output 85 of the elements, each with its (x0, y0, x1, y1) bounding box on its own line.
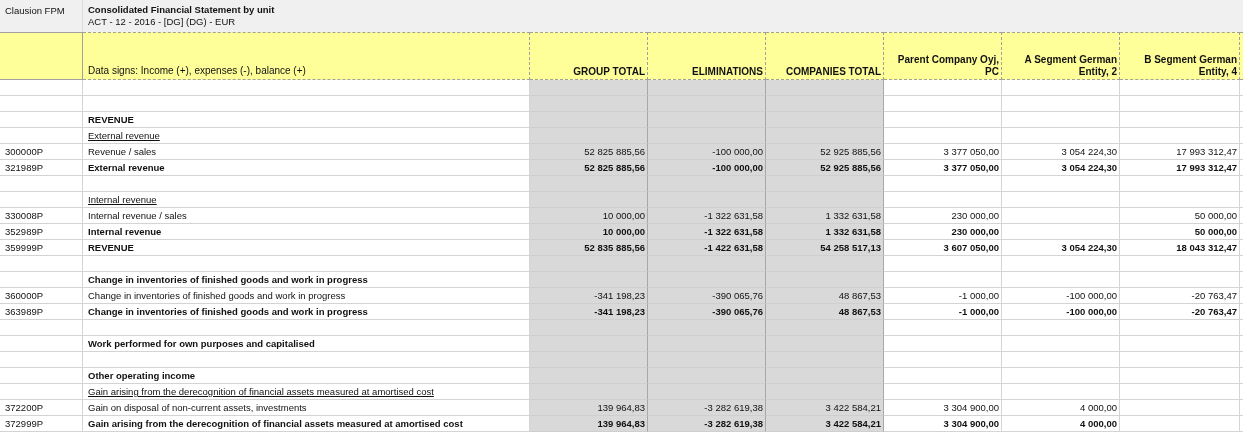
app-name: Clausion FPM (5, 5, 65, 16)
table-cell: -1 422 631,58 (648, 240, 766, 256)
table-cell: Other operating income (83, 368, 530, 384)
table-cell: -1 322 631,58 (648, 208, 766, 224)
column-header: Parent Company Oyj, PC (896, 54, 999, 78)
table-cell: -100 000,00 (648, 160, 766, 176)
table-cell: -100 000,00 (1002, 304, 1120, 320)
column-header: B Segment German Entity, 4 (1143, 54, 1237, 78)
table-cell: Gain arising from the derecognition of financial assets measured at amortised cost (83, 384, 530, 400)
table-cell: 230 000,00 (884, 224, 1002, 240)
table-cell: 359999P (0, 240, 83, 256)
table-cell: -100 000,00 (648, 144, 766, 160)
table-cell: 17 993 312,47 (1120, 160, 1240, 176)
column-header: COMPANIES TOTAL (786, 66, 881, 78)
table-cell: -341 198,23 (530, 288, 648, 304)
table-cell: 230 000,00 (884, 208, 1002, 224)
table-cell: 52 835 885,56 (530, 240, 648, 256)
table-cell: 4 000,00 (1002, 416, 1120, 432)
table-cell: Internal revenue (83, 192, 530, 208)
table-cell: 17 993 312,47 (1120, 144, 1240, 160)
table-cell: 372200P (0, 400, 83, 416)
report-title: Consolidated Financial Statement by unit (88, 4, 275, 16)
table-cell: 10 000,00 (530, 224, 648, 240)
table-cell: 352989P (0, 224, 83, 240)
table-cell: Revenue / sales (83, 144, 530, 160)
table-cell: REVENUE (83, 112, 530, 128)
table-cell: External revenue (83, 128, 530, 144)
column-header: GROUP TOTAL (573, 66, 645, 78)
table-cell: -341 198,23 (530, 304, 648, 320)
table-cell: -3 282 619,38 (648, 416, 766, 432)
table-cell: 360000P (0, 288, 83, 304)
table-cell: Gain on disposal of non-current assets, investments (83, 400, 530, 416)
column-header: A Segment German Entity, 2 (1023, 54, 1117, 78)
table-cell: 139 964,83 (530, 416, 648, 432)
table-cell: 3 377 050,00 (884, 144, 1002, 160)
table-cell: 300000P (0, 144, 83, 160)
column-header: ELIMINATIONS (692, 66, 763, 78)
table-cell: 52 825 885,56 (530, 160, 648, 176)
table-cell: -100 000,00 (1002, 288, 1120, 304)
table-cell: Change in inventories of finished goods and work in progress (83, 304, 530, 320)
table-cell: Work performed for own purposes and capitalised (83, 336, 530, 352)
table-cell: 3 054 224,30 (1002, 240, 1120, 256)
table-cell: 50 000,00 (1120, 208, 1240, 224)
table-cell: 3 422 584,21 (766, 416, 884, 432)
table-cell: 50 000,00 (1120, 224, 1240, 240)
table-cell: -1 000,00 (884, 288, 1002, 304)
table-cell: 52 825 885,56 (530, 144, 648, 160)
table-cell: 10 000,00 (530, 208, 648, 224)
table-cell: 3 422 584,21 (766, 400, 884, 416)
table-cell: 3 304 900,00 (884, 416, 1002, 432)
table-cell: Change in inventories of finished goods and work in progress (83, 288, 530, 304)
table-cell: -390 065,76 (648, 288, 766, 304)
table-cell: Change in inventories of finished goods and work in progress (83, 272, 530, 288)
table-cell: 321989P (0, 160, 83, 176)
table-cell: REVENUE (83, 240, 530, 256)
table-cell: 48 867,53 (766, 304, 884, 320)
table-cell: 330008P (0, 208, 83, 224)
table-cell: 52 925 885,56 (766, 160, 884, 176)
table-cell: 3 054 224,30 (1002, 160, 1120, 176)
table-cell: 3 377 050,00 (884, 160, 1002, 176)
table-cell: 1 332 631,58 (766, 208, 884, 224)
table-cell: 52 925 885,56 (766, 144, 884, 160)
table-cell: -20 763,47 (1120, 304, 1240, 320)
table-cell: 3 054 224,30 (1002, 144, 1120, 160)
table-cell: 48 867,53 (766, 288, 884, 304)
table-cell: Internal revenue (83, 224, 530, 240)
table-cell: 4 000,00 (1002, 400, 1120, 416)
table-cell: -3 282 619,38 (648, 400, 766, 416)
column-header: Data signs: Income (+), expenses (-), balance (+) (88, 64, 306, 78)
table-cell: 54 258 517,13 (766, 240, 884, 256)
table-cell: 372999P (0, 416, 83, 432)
table-cell: -1 322 631,58 (648, 224, 766, 240)
table-cell: 3 607 050,00 (884, 240, 1002, 256)
table-cell: Internal revenue / sales (83, 208, 530, 224)
table-cell: -390 065,76 (648, 304, 766, 320)
table-cell: -20 763,47 (1120, 288, 1240, 304)
table-cell: External revenue (83, 160, 530, 176)
table-cell: 3 304 900,00 (884, 400, 1002, 416)
table-cell: Gain arising from the derecognition of financial assets measured at amortised cost (83, 416, 530, 432)
report-subtitle: ACT - 12 - 2016 - [DG] (DG) - EUR (88, 16, 236, 28)
table-cell: 363989P (0, 304, 83, 320)
table-cell: -1 000,00 (884, 304, 1002, 320)
table-cell: 139 964,83 (530, 400, 648, 416)
table-cell: 1 332 631,58 (766, 224, 884, 240)
table-cell: 18 043 312,47 (1120, 240, 1240, 256)
